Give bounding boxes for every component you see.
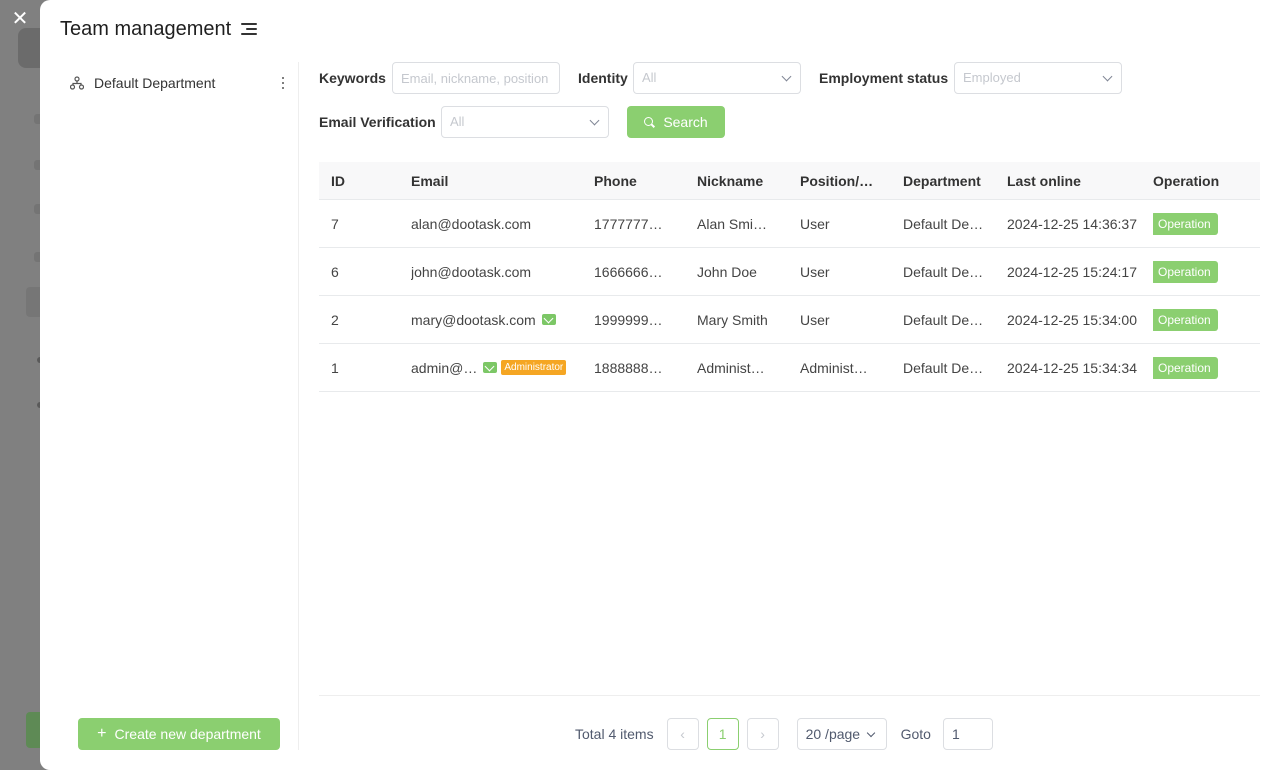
cell-operation: Operation [1153,356,1260,379]
column-header-last-online[interactable]: Last online [995,173,1153,189]
cell-operation: Operation [1153,212,1260,235]
table-row: 1 admin@… Administrator 1888888… Adminis… [319,344,1260,392]
page-size-value: 20 /page [805,726,861,742]
cell-nickname: John Doe [697,263,757,280]
prev-page-button[interactable]: ‹ [666,718,699,750]
create-department-label: Create new department [114,726,261,742]
cell-position: Administ… [800,359,868,376]
divider [319,695,1260,696]
email-verification-value: All [450,114,465,129]
team-management-modal: Team management Default Department + Cre… [40,0,1280,770]
email-text: mary@dootask.com [411,311,536,328]
close-icon[interactable]: ✕ [8,6,32,30]
cell-email: john@dootask.com [399,264,582,280]
email-text: john@dootask.com [411,263,532,280]
column-header-department[interactable]: Department [891,173,995,189]
search-button-label: Search [663,114,708,130]
column-header-operation: Operation [1153,172,1220,189]
employment-status-select[interactable]: Employed [954,62,1122,94]
list-menu-icon[interactable] [239,21,258,37]
email-text: alan@dootask.com [411,215,532,232]
email-verification-label: Email Verification [319,114,436,130]
identity-value: All [642,70,657,85]
cell-nickname: Mary Smith [697,311,768,328]
cell-department: Default De… [903,359,984,376]
column-header-phone[interactable]: Phone [582,173,685,189]
cell-operation: Operation [1153,308,1260,331]
cell-email: admin@… Administrator [399,360,582,376]
email-text: admin@… [411,359,478,376]
cell-phone: 1777777… [594,215,663,232]
cell-email: alan@dootask.com [399,216,582,232]
email-verification-select[interactable]: All [441,106,609,138]
cell-last-online: 2024-12-25 15:34:34 [1007,359,1137,376]
column-header-id[interactable]: ID [319,173,399,189]
search-button[interactable]: Search [627,106,725,138]
chevron-down-icon [781,71,792,82]
operation-button[interactable]: Operation [1153,212,1218,235]
administrator-badge: Administrator [501,360,567,375]
column-header-position[interactable]: Position/… [788,173,891,189]
department-item-default[interactable]: Default Department [68,72,290,94]
cell-nickname: Administ… [697,359,765,376]
department-panel: Default Department + Create new departme… [60,62,299,750]
cell-email: mary@dootask.com [399,312,582,328]
next-page-button[interactable]: › [746,718,779,750]
table-row: 6 john@dootask.com 1666666… John Doe Use… [319,248,1260,296]
org-tree-icon [70,76,84,90]
employment-status-label: Employment status [819,70,949,86]
chevron-down-icon [866,728,875,738]
department-label: Default Department [94,75,216,91]
identity-select[interactable]: All [633,62,801,94]
cell-last-online: 2024-12-25 14:36:37 [1007,215,1137,232]
verified-mail-icon [541,314,556,325]
cell-phone: 1999999… [594,311,663,328]
cell-nickname: Alan Smi… [697,215,768,232]
total-items: Total 4 items [575,726,654,742]
plus-icon: + [97,725,107,742]
more-vertical-icon[interactable] [276,74,290,92]
cell-position: User [800,263,830,280]
cell-id: 1 [331,359,339,376]
verified-mail-icon [483,362,498,373]
pagination: Total 4 items ‹ 1 › 20 /page Goto [575,718,993,750]
cell-phone: 1888888… [594,359,663,376]
search-icon [644,116,655,128]
cell-position: User [800,311,830,328]
cell-department: Default De… [903,263,984,280]
chevron-down-icon [589,115,600,126]
table-header: ID Email Phone Nickname Position/… Depar… [319,162,1260,200]
employment-status-value: Employed [963,70,1021,85]
operation-button[interactable]: Operation [1153,260,1218,283]
column-header-email[interactable]: Email [399,173,582,189]
modal-header: Team management [60,14,258,44]
members-table: ID Email Phone Nickname Position/… Depar… [319,162,1260,392]
cell-department: Default De… [903,311,984,328]
operation-button[interactable]: Operation [1153,308,1218,331]
cell-id: 2 [331,311,339,328]
cell-operation: Operation [1153,260,1260,283]
cell-phone: 1666666… [594,263,663,280]
cell-id: 6 [331,263,339,280]
create-department-button[interactable]: + Create new department [78,718,280,750]
operation-button[interactable]: Operation [1153,356,1218,379]
cell-last-online: 2024-12-25 15:34:00 [1007,311,1137,328]
page-button-1[interactable]: 1 [706,718,739,750]
cell-last-online: 2024-12-25 15:24:17 [1007,263,1137,280]
keywords-label: Keywords [319,70,386,86]
identity-label: Identity [578,70,628,86]
column-header-nickname[interactable]: Nickname [685,173,788,189]
goto-label: Goto [900,726,931,742]
chevron-down-icon [1102,71,1113,82]
keywords-input[interactable] [392,62,560,94]
cell-id: 7 [331,215,339,232]
cell-department: Default De… [903,215,984,232]
page-size-select[interactable]: 20 /page [796,718,887,750]
table-row: 2 mary@dootask.com 1999999… Mary Smith U… [319,296,1260,344]
table-row: 7 alan@dootask.com 1777777… Alan Smi… Us… [319,200,1260,248]
goto-input[interactable] [942,718,993,750]
modal-title: Team management [60,17,232,40]
cell-position: User [800,215,830,232]
